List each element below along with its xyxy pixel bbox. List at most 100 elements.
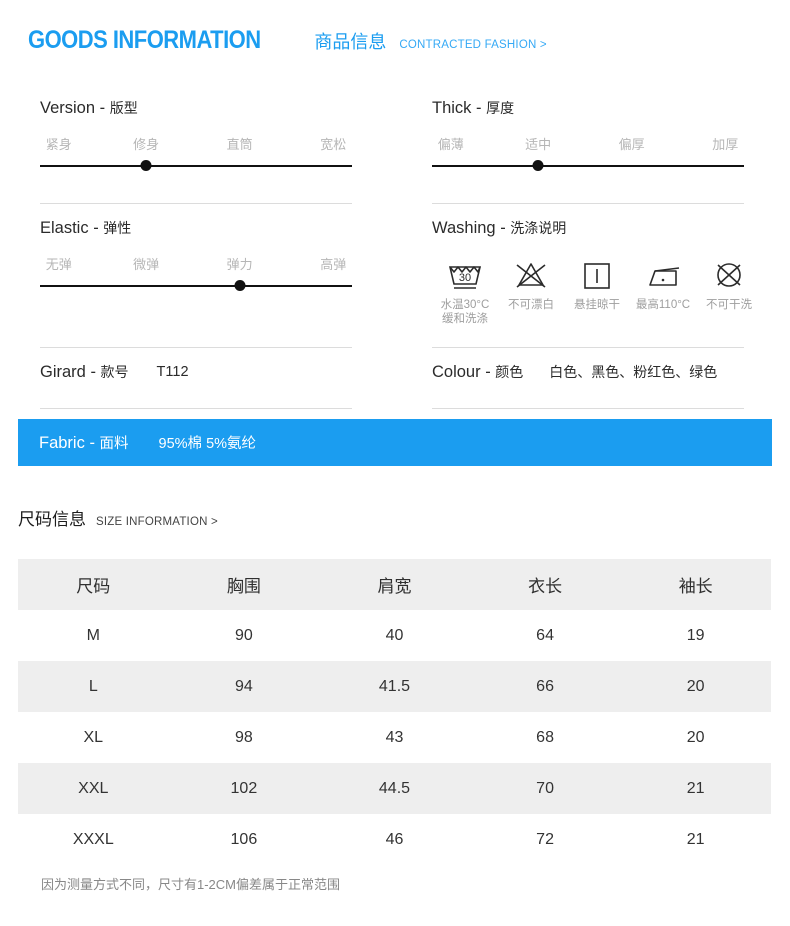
cell-length: 70 (469, 763, 621, 814)
cell-bust: 98 (168, 712, 320, 763)
slider-option-1[interactable]: 微弹 (133, 254, 159, 273)
wash-tub-30-gentle-icon: 30 (448, 266, 482, 289)
cell-length: 64 (469, 610, 621, 661)
colour-label-en: Colour (432, 363, 481, 381)
spec-dash: - (476, 99, 482, 117)
size-table-note: 因为测量方式不同，尺寸有1-2CM偏差属于正常范围 (41, 877, 341, 892)
fabric-label-en: Fabric (39, 434, 85, 452)
fabric-bar: Fabric - 面料 95%棉 5%氨纶 (18, 419, 772, 466)
spec-title-elastic: Elastic - 弹性 (40, 218, 370, 238)
slider-option-2[interactable]: 偏厚 (619, 134, 645, 153)
cell-sleeve: 19 (620, 610, 771, 661)
spec-block-washing: Washing - 洗涤说明 30 水温30°C 缓和洗涤 不可漂白 悬挂晾干 … (432, 218, 762, 326)
slider-thumb[interactable] (234, 280, 246, 291)
cell-shoulder: 41.5 (319, 661, 470, 712)
slider-track (40, 285, 352, 287)
slider-option-0[interactable]: 紧身 (46, 134, 72, 153)
spec-slider-version[interactable]: 紧身 修身 直筒 宽松 (40, 134, 352, 174)
slider-thumb[interactable] (532, 160, 544, 171)
colour-field: Colour - 颜色 白色、黑色、粉红色、绿色 (432, 362, 772, 383)
spec-label-cn: 洗涤说明 (510, 220, 567, 236)
washing-caption-2: 悬挂晾干 (574, 299, 620, 311)
cell-bust: 102 (168, 763, 320, 814)
page-subtitle-link[interactable]: CONTRACTED FASHION > (399, 39, 546, 51)
cell-bust: 106 (168, 814, 320, 865)
column-header-length: 衣长 (469, 559, 621, 610)
cell-size: XL (18, 712, 169, 763)
slider-labels: 紧身 修身 直筒 宽松 (40, 134, 352, 154)
spec-dash: - (99, 99, 106, 117)
spec-block-version: Version - 版型 紧身 修身 直筒 宽松 (40, 98, 370, 174)
slider-option-3[interactable]: 高弹 (320, 254, 346, 273)
spec-block-thick: Thick - 厚度 偏薄 适中 偏厚 加厚 (432, 98, 762, 174)
washing-item-0: 30 水温30°C 缓和洗涤 (432, 258, 498, 326)
spec-label-cn: 版型 (109, 100, 138, 116)
girard-label-cn: 款号 (100, 364, 129, 380)
colour-label-cn: 颜色 (495, 364, 524, 380)
spec-title-version: Version - 版型 (40, 98, 370, 118)
spec-label-en: Thick (432, 99, 472, 117)
spec-title-thick: Thick - 厚度 (432, 98, 762, 118)
cell-size: L (18, 661, 169, 712)
page-title-en: GOODS INFORMATION (28, 26, 261, 54)
slider-option-1[interactable]: 适中 (525, 134, 551, 153)
size-information-heading: 尺码信息 SIZE INFORMATION > (18, 505, 218, 530)
divider-version (40, 203, 352, 204)
girard-value: T112 (156, 364, 189, 380)
washing-item-2: 悬挂晾干 (564, 258, 630, 326)
slider-option-2[interactable]: 弹力 (227, 254, 253, 273)
size-heading-cn: 尺码信息 (18, 510, 86, 529)
washing-caption-0: 水温30°C 缓和洗涤 (440, 299, 490, 325)
washing-caption-1: 不可漂白 (508, 299, 554, 311)
cell-sleeve: 20 (620, 712, 771, 763)
fabric-dash: - (89, 434, 95, 452)
spec-label-cn: 厚度 (486, 100, 515, 116)
slider-labels: 偏薄 适中 偏厚 加厚 (432, 134, 744, 154)
slider-option-1[interactable]: 修身 (133, 134, 159, 153)
spec-label-en: Version (40, 99, 96, 117)
spec-dash: - (93, 219, 99, 237)
cell-length: 72 (469, 814, 621, 865)
cell-size: XXXL (18, 814, 169, 865)
divider-thick (432, 203, 744, 204)
spec-slider-elastic[interactable]: 无弹 微弹 弹力 高弹 (40, 254, 352, 294)
cell-shoulder: 40 (319, 610, 470, 661)
table-row: XL 98 43 68 20 (18, 712, 771, 763)
page-title-cn: 商品信息 (314, 32, 387, 52)
cell-length: 66 (469, 661, 621, 712)
cell-shoulder: 43 (319, 712, 470, 763)
spec-title-washing: Washing - 洗涤说明 (432, 218, 762, 238)
washing-caption-4: 不可干洗 (706, 299, 752, 311)
cell-sleeve: 21 (620, 814, 771, 865)
cell-sleeve: 21 (620, 763, 771, 814)
no-bleach-icon (516, 263, 546, 288)
slider-option-0[interactable]: 偏薄 (438, 134, 464, 153)
cell-length: 68 (469, 712, 621, 763)
cell-bust: 90 (168, 610, 320, 661)
table-row: M 90 40 64 19 (18, 610, 771, 661)
colour-dash: - (485, 363, 491, 381)
spec-label-en: Elastic (40, 219, 89, 237)
fabric-label-cn: 面料 (99, 436, 129, 452)
slider-thumb[interactable] (140, 160, 152, 171)
line-dry-hang-icon (584, 263, 610, 289)
girard-label: Girard - 款号 (40, 362, 129, 382)
spec-dash: - (500, 219, 506, 237)
slider-option-2[interactable]: 直筒 (227, 134, 253, 153)
girard-field: Girard - 款号 T112 (40, 362, 189, 383)
column-header-shoulder: 肩宽 (319, 559, 470, 610)
column-header-bust: 胸围 (168, 559, 320, 610)
size-heading-en[interactable]: SIZE INFORMATION > (96, 516, 218, 528)
slider-option-0[interactable]: 无弹 (46, 254, 72, 273)
spec-label-cn: 弹性 (103, 220, 132, 236)
spec-slider-thick[interactable]: 偏薄 适中 偏厚 加厚 (432, 134, 744, 174)
slider-option-3[interactable]: 宽松 (320, 134, 346, 153)
girard-label-en: Girard (40, 363, 86, 381)
cell-shoulder: 44.5 (319, 763, 470, 814)
slider-option-3[interactable]: 加厚 (712, 134, 738, 153)
table-header-row: 尺码 胸围 肩宽 衣长 袖长 (18, 559, 771, 610)
fabric-value: 95%棉 5%氨纶 (158, 436, 257, 452)
table-row: XXL 102 44.5 70 21 (18, 763, 771, 814)
column-header-sleeve: 袖长 (620, 559, 771, 610)
size-table: 尺码 胸围 肩宽 衣长 袖长 M 90 40 64 19 L 94 41.5 6… (18, 559, 771, 865)
